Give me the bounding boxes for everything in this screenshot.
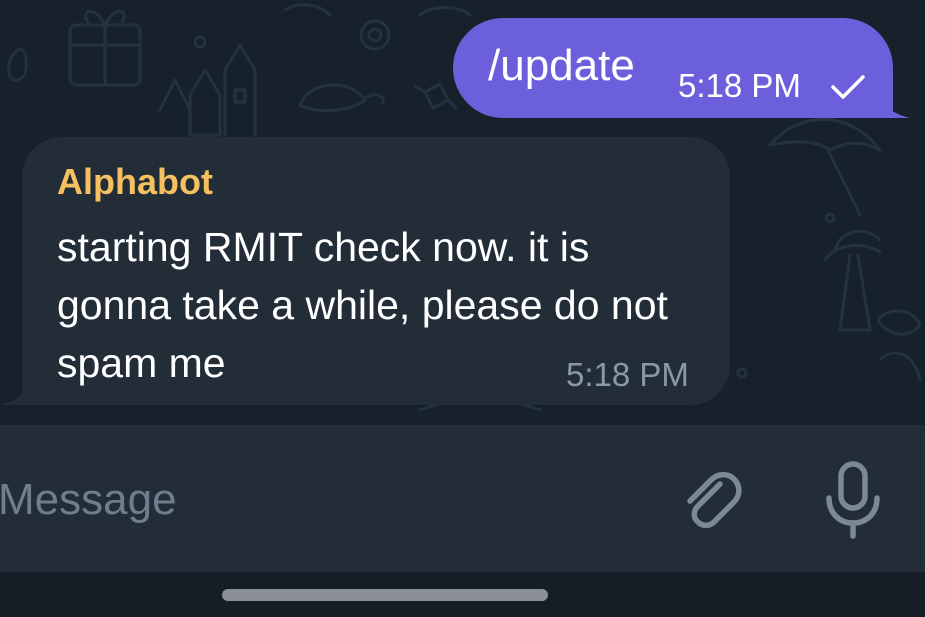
home-indicator[interactable] <box>222 589 548 601</box>
microphone-icon[interactable] <box>818 458 888 542</box>
outgoing-message-time: 5:18 PM <box>678 67 801 104</box>
message-input[interactable] <box>0 468 638 532</box>
check-icon <box>831 75 865 99</box>
incoming-bubble-tail <box>0 379 30 405</box>
paperclip-icon[interactable] <box>672 462 746 536</box>
outgoing-message-text: /update <box>488 41 635 90</box>
outgoing-bubble-tail <box>880 92 910 118</box>
incoming-message-time: 5:18 PM <box>566 356 689 393</box>
sender-name[interactable]: Alphabot <box>57 160 213 204</box>
